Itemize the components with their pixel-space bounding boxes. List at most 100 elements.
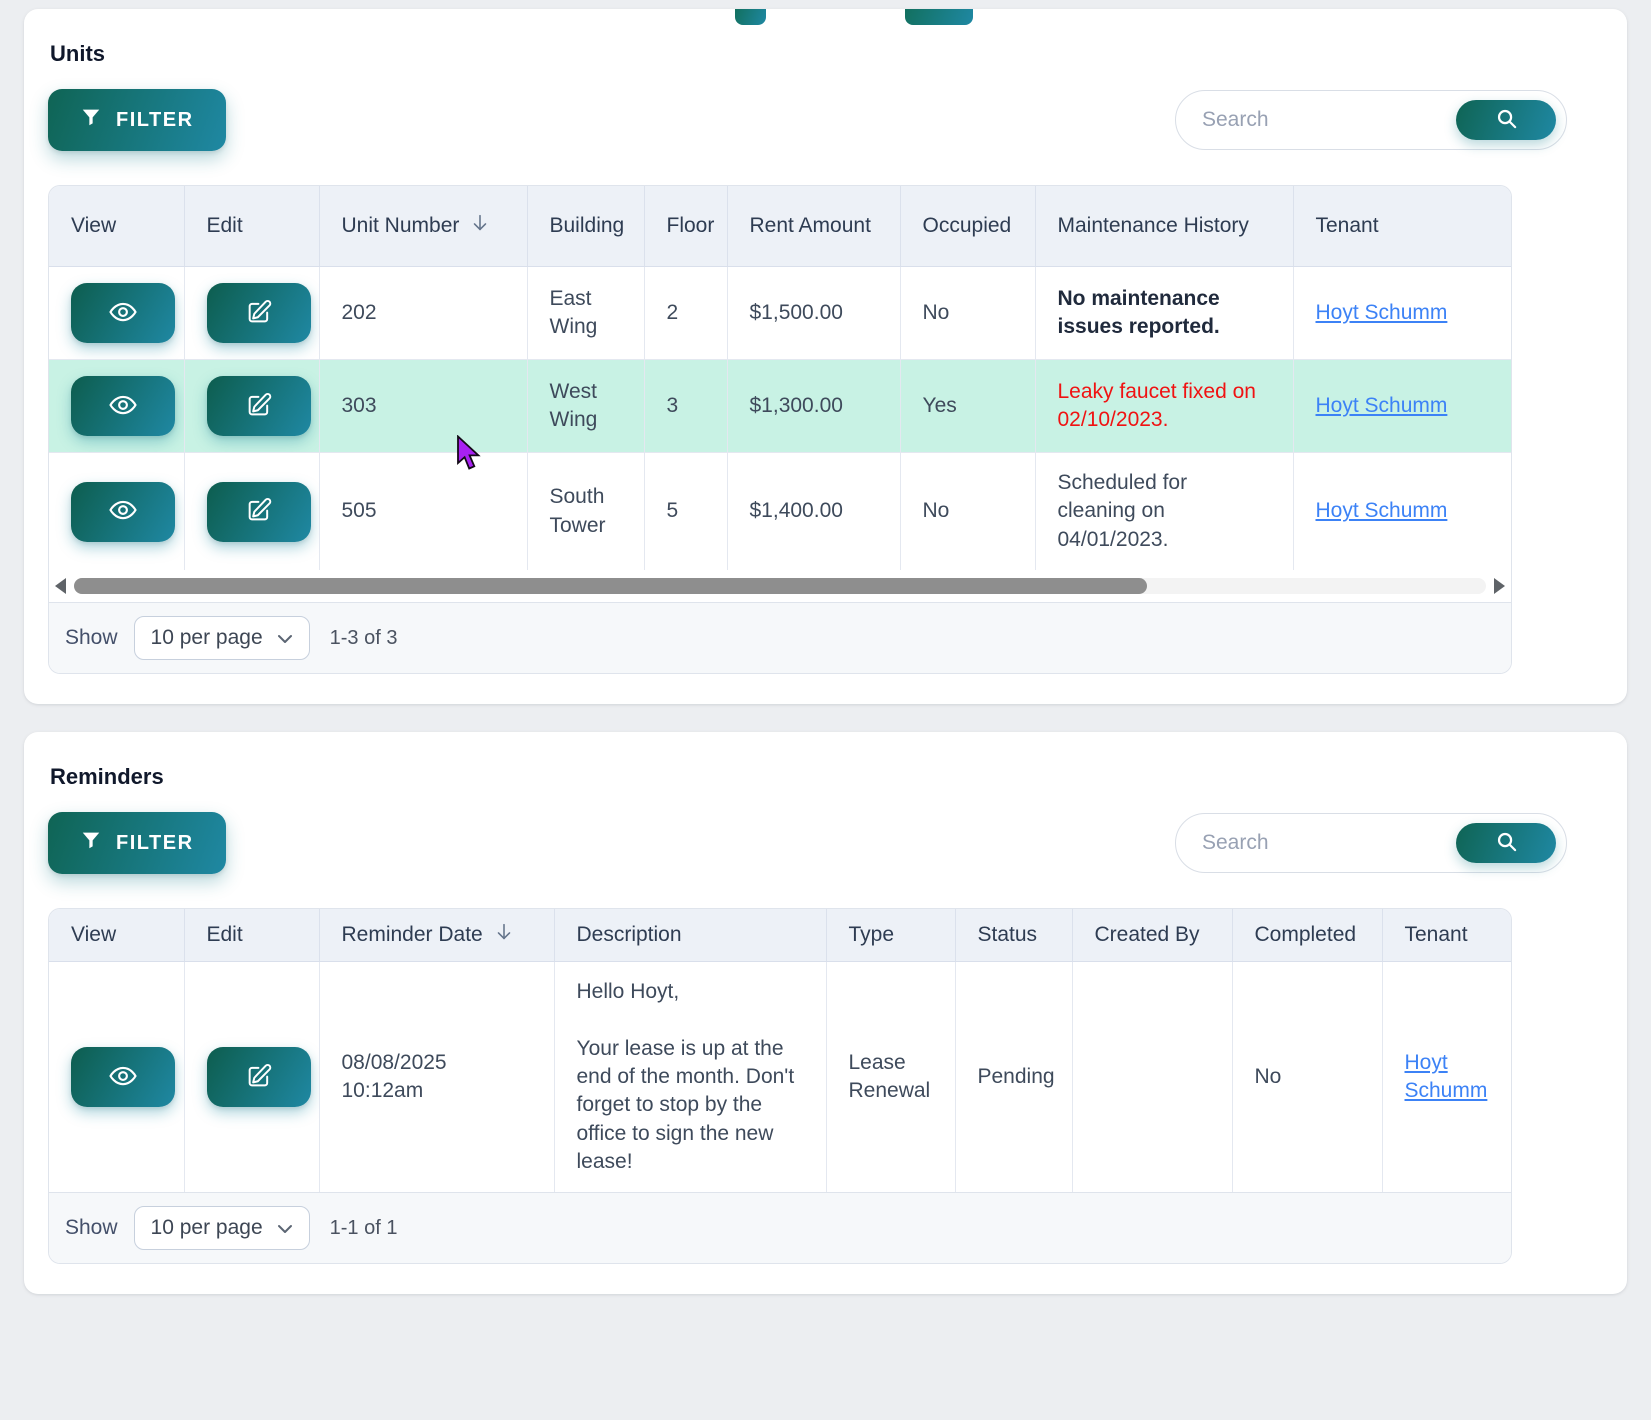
reminders-col-completed: Completed: [1232, 909, 1382, 962]
maintenance-cell: Leaky faucet fixed on 02/10/2023.: [1035, 360, 1293, 453]
units-col-tenant: Tenant: [1293, 186, 1512, 267]
arrow-down-icon: [469, 212, 491, 240]
unit-number-cell: 202: [319, 267, 527, 360]
pencil-square-icon: [245, 391, 273, 422]
units-header-row: View Edit Unit Number Building Floor Ren…: [49, 186, 1512, 267]
filter-button-label: FILTER: [116, 109, 194, 132]
building-cell: West Wing: [527, 360, 644, 453]
units-search-input[interactable]: [1200, 107, 1456, 133]
status-cell: Pending: [955, 962, 1072, 1193]
tenant-cell: Hoyt Schumm: [1382, 962, 1512, 1193]
tenant-link[interactable]: Hoyt Schumm: [1316, 499, 1448, 522]
description-cell: Hello Hoyt, Your lease is up at the end …: [554, 962, 826, 1193]
edit-button[interactable]: [207, 376, 311, 436]
view-button[interactable]: [71, 283, 175, 343]
triangle-right-icon[interactable]: [1494, 578, 1505, 594]
units-col-rent: Rent Amount: [727, 186, 900, 267]
eye-icon: [108, 390, 138, 423]
eye-icon: [108, 297, 138, 330]
units-toolbar: FILTER: [48, 89, 1603, 151]
chevron-down-icon: [277, 626, 293, 650]
edit-button[interactable]: [207, 283, 311, 343]
reminders-col-edit: Edit: [184, 909, 319, 962]
reminders-title: Reminders: [50, 764, 1603, 790]
units-col-unit-number[interactable]: Unit Number: [319, 186, 527, 267]
reminders-col-status: Status: [955, 909, 1072, 962]
floor-cell: 3: [644, 360, 727, 453]
units-card: Units FILTER View Edit: [24, 9, 1627, 704]
units-search-box: [1175, 90, 1567, 150]
reminders-filter-button[interactable]: FILTER: [48, 812, 226, 874]
table-row: 505 South Tower 5 $1,400.00 No Scheduled…: [49, 453, 1512, 571]
tenant-link[interactable]: Hoyt Schumm: [1316, 301, 1448, 324]
maintenance-cell: Scheduled for cleaning on 04/01/2023.: [1035, 453, 1293, 571]
reminders-col-tenant: Tenant: [1382, 909, 1512, 962]
rent-cell: $1,300.00: [727, 360, 900, 453]
funnel-icon: [80, 829, 102, 857]
tenant-link[interactable]: Hoyt Schumm: [1405, 1051, 1488, 1102]
units-col-floor: Floor: [644, 186, 727, 267]
per-page-select[interactable]: 10 per page: [134, 1206, 310, 1250]
maintenance-cell: No maintenance issues reported.: [1035, 267, 1293, 360]
type-cell: Lease Renewal: [826, 962, 955, 1193]
reminders-search-box: [1175, 813, 1567, 873]
reminders-table-container: View Edit Reminder Date Description Type…: [48, 908, 1512, 1264]
reminders-header-row: View Edit Reminder Date Description Type…: [49, 909, 1512, 962]
horizontal-scrollbar: [49, 570, 1511, 602]
building-cell: East Wing: [527, 267, 644, 360]
reminders-toolbar: FILTER: [48, 812, 1603, 874]
pencil-square-icon: [245, 298, 273, 329]
view-button[interactable]: [71, 1047, 175, 1107]
filter-button-label: FILTER: [116, 832, 194, 855]
reminders-col-created-by: Created By: [1072, 909, 1232, 962]
table-row: 08/08/2025 10:12am Hello Hoyt, Your leas…: [49, 962, 1512, 1193]
units-search-button[interactable]: [1456, 100, 1556, 140]
range-text: 1-1 of 1: [330, 1217, 398, 1240]
units-title: Units: [50, 41, 1603, 67]
floor-cell: 2: [644, 267, 727, 360]
tenant-cell: Hoyt Schumm: [1293, 453, 1512, 571]
occupied-cell: No: [900, 453, 1035, 571]
unit-number-cell: 505: [319, 453, 527, 571]
clipped-button-fragment: [905, 9, 973, 25]
units-col-view: View: [49, 186, 184, 267]
view-button[interactable]: [71, 376, 175, 436]
rent-cell: $1,400.00: [727, 453, 900, 571]
reminders-col-date[interactable]: Reminder Date: [319, 909, 554, 962]
tenant-cell: Hoyt Schumm: [1293, 267, 1512, 360]
reminders-search-button[interactable]: [1456, 823, 1556, 863]
scrollbar-track[interactable]: [74, 578, 1486, 594]
reminders-search-input[interactable]: [1200, 830, 1456, 856]
units-table-container: View Edit Unit Number Building Floor Ren…: [48, 185, 1512, 674]
table-row: 202 East Wing 2 $1,500.00 No No maintena…: [49, 267, 1512, 360]
chevron-down-icon: [277, 1216, 293, 1240]
reminder-date-cell: 08/08/2025 10:12am: [319, 962, 554, 1193]
pencil-square-icon: [245, 496, 273, 527]
created-by-cell: [1072, 962, 1232, 1193]
reminders-pagination: Show 10 per page 1-1 of 1: [49, 1192, 1511, 1263]
view-button[interactable]: [71, 482, 175, 542]
units-col-edit: Edit: [184, 186, 319, 267]
building-cell: South Tower: [527, 453, 644, 571]
tenant-cell: Hoyt Schumm: [1293, 360, 1512, 453]
edit-button[interactable]: [207, 1047, 311, 1107]
completed-cell: No: [1232, 962, 1382, 1193]
show-label: Show: [65, 626, 118, 650]
tenant-link[interactable]: Hoyt Schumm: [1316, 394, 1448, 417]
per-page-select[interactable]: 10 per page: [134, 616, 310, 660]
reminders-col-description: Description: [554, 909, 826, 962]
floor-cell: 5: [644, 453, 727, 571]
clipped-button-fragment: [735, 9, 766, 25]
arrow-down-icon: [493, 921, 515, 949]
scrollbar-thumb[interactable]: [74, 578, 1147, 594]
rent-cell: $1,500.00: [727, 267, 900, 360]
occupied-cell: Yes: [900, 360, 1035, 453]
reminders-col-type: Type: [826, 909, 955, 962]
units-pagination: Show 10 per page 1-3 of 3: [49, 602, 1511, 673]
triangle-left-icon[interactable]: [55, 578, 66, 594]
occupied-cell: No: [900, 267, 1035, 360]
edit-button[interactable]: [207, 482, 311, 542]
units-filter-button[interactable]: FILTER: [48, 89, 226, 151]
reminders-table: View Edit Reminder Date Description Type…: [49, 909, 1512, 1192]
eye-icon: [108, 1061, 138, 1094]
